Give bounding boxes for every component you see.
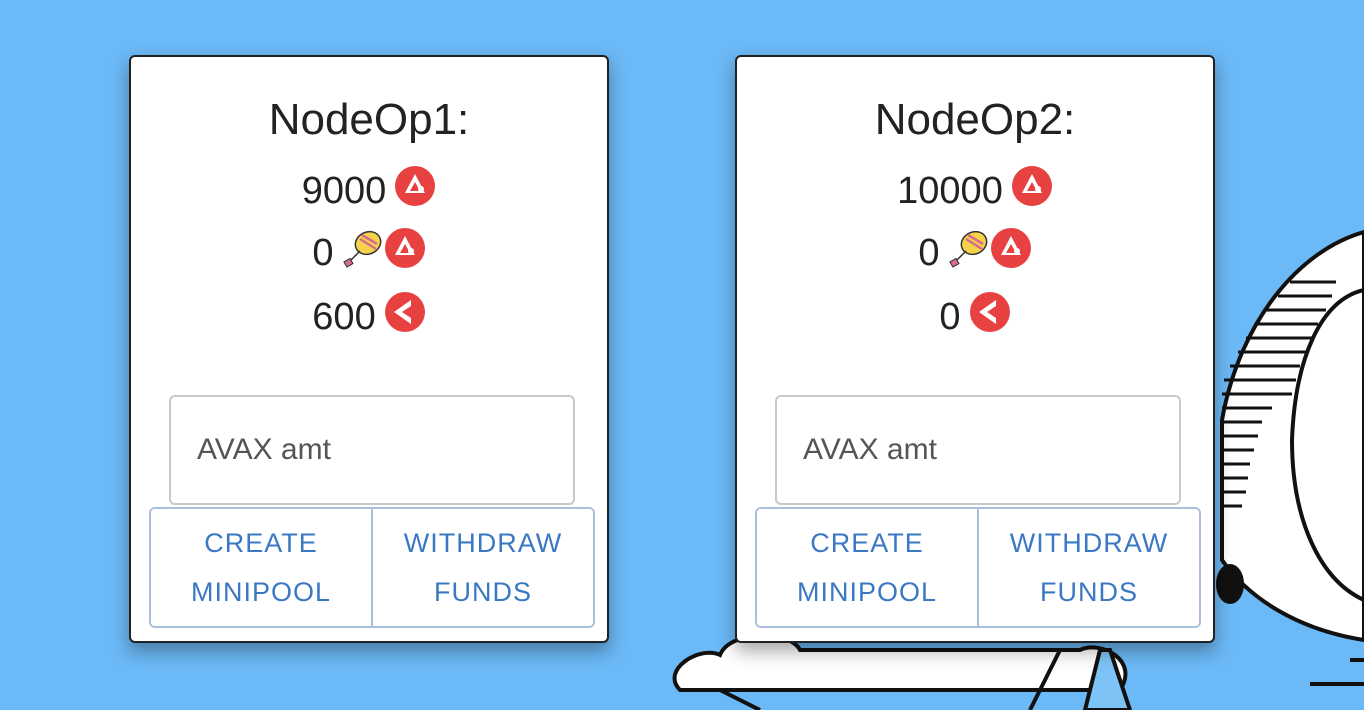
ggp-balance-value: 0 <box>939 295 961 338</box>
button-label-line-2: FUNDS <box>434 576 532 607</box>
button-label-line-1: WITHDRAW <box>403 527 563 558</box>
avalanche-logo-icon <box>394 165 436 217</box>
action-button-group: CREATE MINIPOOL WITHDRAW FUNDS <box>755 507 1201 628</box>
gogopool-triangle-icon <box>384 291 426 343</box>
card-title: NodeOp1: <box>268 95 470 144</box>
withdraw-funds-button[interactable]: WITHDRAW FUNDS <box>977 509 1199 626</box>
button-label-line-1: CREATE <box>810 527 924 558</box>
avax-balance-row: 9000 <box>131 165 607 217</box>
avalanche-logo-icon <box>990 227 1032 279</box>
hot-air-balloon-icon <box>948 227 990 279</box>
withdraw-funds-button[interactable]: WITHDRAW FUNDS <box>371 509 593 626</box>
avax-amount-input[interactable] <box>169 395 575 505</box>
ggavax-balance-value: 0 <box>312 231 334 274</box>
ggavax-balance-row: 0 <box>737 227 1213 279</box>
ggp-balance-row: 600 <box>131 291 607 343</box>
node-operator-card-2: NodeOp2: 10000 0 0 CREATE MINIPOOL WITHD… <box>735 55 1215 643</box>
avax-balance-row: 10000 <box>737 165 1213 217</box>
button-label-line-1: WITHDRAW <box>1009 527 1169 558</box>
avalanche-logo-icon <box>1011 165 1053 217</box>
ggp-balance-value: 600 <box>312 295 376 338</box>
button-label-line-2: MINIPOOL <box>190 576 332 607</box>
avalanche-logo-icon <box>384 227 426 279</box>
avax-balance-value: 10000 <box>897 169 1003 212</box>
ggp-balance-row: 0 <box>737 291 1213 343</box>
avax-amount-input[interactable] <box>775 395 1181 505</box>
card-title: NodeOp2: <box>874 95 1076 144</box>
ggavax-balance-value: 0 <box>918 231 940 274</box>
action-button-group: CREATE MINIPOOL WITHDRAW FUNDS <box>149 507 595 628</box>
node-operator-card-1: NodeOp1: 9000 0 600 CREATE MINIPOOL WITH… <box>129 55 609 643</box>
create-minipool-button[interactable]: CREATE MINIPOOL <box>151 509 371 626</box>
ggavax-balance-row: 0 <box>131 227 607 279</box>
button-label-line-2: FUNDS <box>1040 576 1138 607</box>
button-label-line-1: CREATE <box>204 527 318 558</box>
create-minipool-button[interactable]: CREATE MINIPOOL <box>757 509 977 626</box>
button-label-line-2: MINIPOOL <box>796 576 938 607</box>
avax-balance-value: 9000 <box>301 169 387 212</box>
gogopool-triangle-icon <box>969 291 1011 343</box>
hot-air-balloon-icon <box>342 227 384 279</box>
